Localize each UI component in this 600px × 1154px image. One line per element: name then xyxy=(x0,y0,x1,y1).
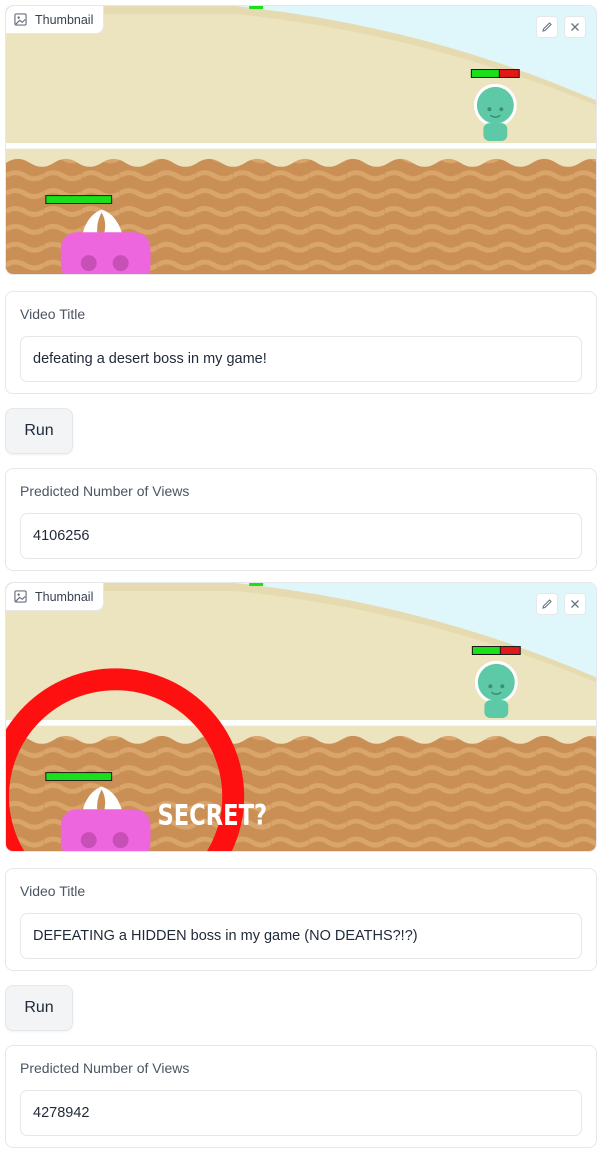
run-button[interactable]: Run xyxy=(5,408,73,454)
views-card-2: Predicted Number of Views 4278942 xyxy=(5,1045,597,1148)
edit-button[interactable] xyxy=(536,593,558,615)
close-icon xyxy=(571,600,579,608)
thumbnail-label-text: Thumbnail xyxy=(35,589,94,604)
thumbnail-label: Thumbnail xyxy=(6,6,105,34)
edit-button[interactable] xyxy=(536,16,558,38)
views-label: Predicted Number of Views xyxy=(20,1060,190,1076)
pencil-icon xyxy=(542,22,552,32)
game-screenshot-1 xyxy=(6,6,596,274)
views-card-1: Predicted Number of Views 4106256 xyxy=(5,468,597,571)
image-icon xyxy=(14,13,27,26)
video-title-input[interactable]: DEFEATING a HIDDEN boss in my game (NO D… xyxy=(20,913,582,959)
run-button[interactable]: Run xyxy=(5,985,73,1031)
pencil-icon xyxy=(542,599,552,609)
game-screenshot-2 xyxy=(6,583,596,851)
image-icon xyxy=(14,590,27,603)
video-title-label: Video Title xyxy=(20,306,86,322)
clear-button[interactable] xyxy=(564,593,586,615)
video-title-card-1: Video Title defeating a desert boss in m… xyxy=(5,291,597,394)
close-icon xyxy=(571,23,579,31)
views-output: 4106256 xyxy=(20,513,582,559)
views-output: 4278942 xyxy=(20,1090,582,1136)
clear-button[interactable] xyxy=(564,16,586,38)
thumbnail-label-text: Thumbnail xyxy=(35,12,94,27)
views-label: Predicted Number of Views xyxy=(20,483,190,499)
video-title-card-2: Video Title DEFEATING a HIDDEN boss in m… xyxy=(5,868,597,971)
thumbnail-image-1[interactable]: Thumbnail xyxy=(5,5,597,275)
thumbnail-image-2[interactable]: SECRET? Thumbnail xyxy=(5,582,597,852)
video-title-label: Video Title xyxy=(20,883,86,899)
thumbnail-label: Thumbnail xyxy=(6,583,105,611)
video-title-input[interactable]: defeating a desert boss in my game! xyxy=(20,336,582,382)
